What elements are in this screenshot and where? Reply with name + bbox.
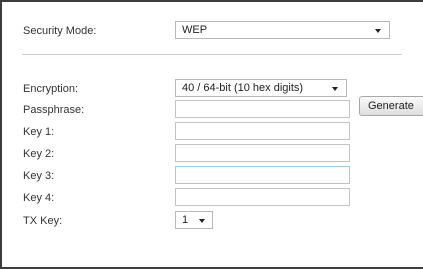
generate-button[interactable]: Generate [359,96,423,116]
chevron-down-icon [199,219,205,223]
tx-key-select[interactable]: 1 [175,211,213,229]
key-1-input[interactable] [175,122,350,140]
key-4-label: Key 4: [23,192,55,204]
passphrase-label: Passphrase: [23,104,85,116]
tx-key-value: 1 [182,214,189,226]
key-1-label: Key 1: [23,126,55,138]
encryption-select[interactable]: 40 / 64-bit (10 hex digits) [175,79,347,97]
encryption-value: 40 / 64-bit (10 hex digits) [182,82,304,94]
security-mode-value: WEP [182,24,208,36]
key-4-input[interactable] [175,188,350,206]
security-mode-select[interactable]: WEP [175,21,390,39]
security-mode-label: Security Mode: [23,25,97,37]
key-2-label: Key 2: [23,148,55,160]
key-3-label: Key 3: [23,170,55,182]
tx-key-label: TX Key: [23,215,63,227]
chevron-down-icon [332,87,338,91]
passphrase-input[interactable] [175,100,350,118]
chevron-down-icon [375,29,381,33]
key-2-input[interactable] [175,144,350,162]
section-divider [22,54,402,55]
encryption-label: Encryption: [23,83,79,95]
key-3-input[interactable] [175,166,350,184]
